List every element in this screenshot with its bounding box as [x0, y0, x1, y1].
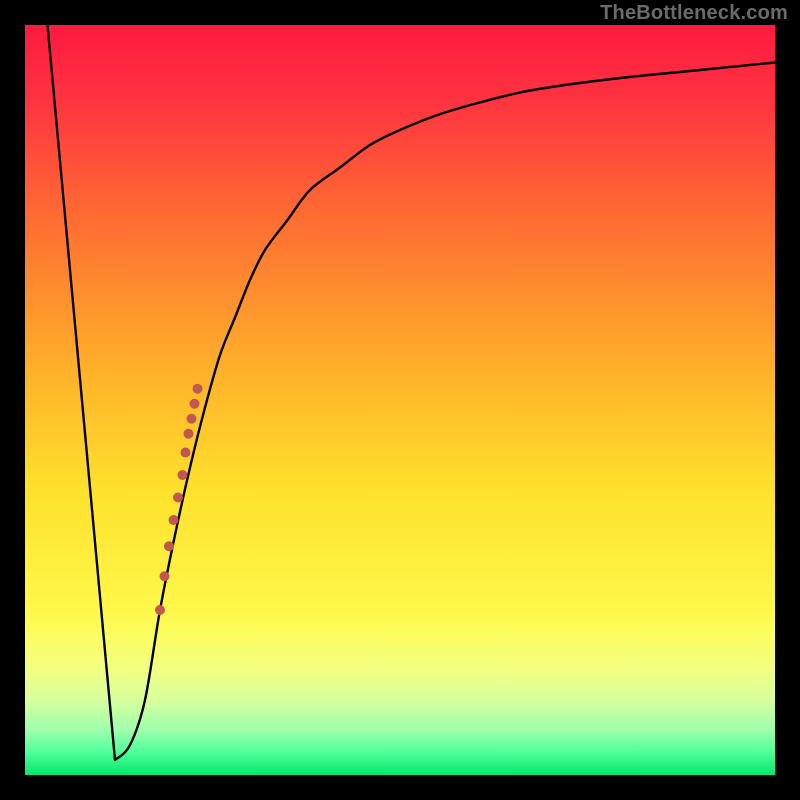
marker-dot [178, 470, 188, 480]
attribution-label: TheBottleneck.com [600, 2, 788, 25]
marker-dot [187, 414, 197, 424]
marker-dot [190, 399, 200, 409]
plot-area [25, 25, 775, 775]
marker-dot [173, 493, 183, 503]
chart-frame: TheBottleneck.com [0, 0, 800, 800]
marker-dot [184, 429, 194, 439]
marker-dot [164, 541, 174, 551]
marker-dot [181, 448, 191, 458]
marker-dot [155, 605, 165, 615]
marker-dot [169, 515, 179, 525]
marker-dot [160, 571, 170, 581]
bottleneck-curve [25, 25, 775, 775]
marker-dot [193, 384, 203, 394]
